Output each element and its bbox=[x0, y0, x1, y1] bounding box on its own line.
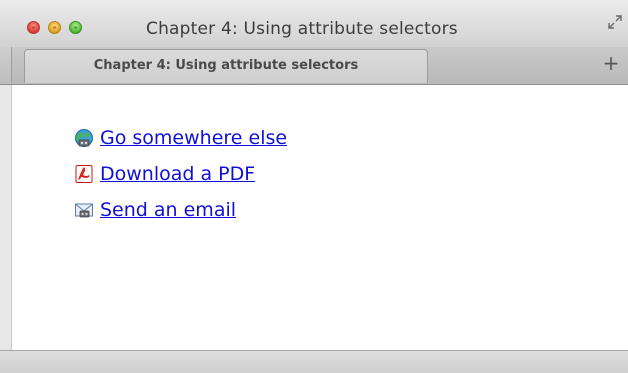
window-title: Chapter 4: Using attribute selectors bbox=[146, 19, 458, 39]
link-list: Go somewhere else Download a PDF Send an… bbox=[74, 120, 287, 228]
tab-label: Chapter 4: Using attribute selectors bbox=[93, 58, 359, 73]
browser-window: Chapter 4: Using attribute selectors Cha… bbox=[0, 0, 628, 373]
status-bar bbox=[0, 350, 628, 373]
list-item-pdf-link[interactable]: Download a PDF bbox=[74, 156, 287, 192]
pdf-link[interactable]: Download a PDF bbox=[100, 163, 255, 185]
fullscreen-icon[interactable] bbox=[606, 14, 624, 32]
title-bar[interactable]: Chapter 4: Using attribute selectors bbox=[0, 0, 628, 48]
list-item-globe-link[interactable]: Go somewhere else bbox=[74, 120, 287, 156]
tab-strip-left-edge bbox=[0, 47, 12, 84]
tab-chapter-4[interactable]: Chapter 4: Using attribute selectors bbox=[24, 49, 428, 83]
globe-link[interactable]: Go somewhere else bbox=[100, 127, 287, 149]
zoom-window-button[interactable] bbox=[69, 21, 82, 34]
new-tab-button[interactable]: + bbox=[600, 50, 622, 76]
pdf-icon bbox=[74, 164, 94, 184]
email-link[interactable]: Send an email bbox=[100, 199, 236, 221]
email-icon bbox=[74, 200, 94, 220]
list-item-email-link[interactable]: Send an email bbox=[74, 192, 287, 228]
globe-icon bbox=[74, 128, 94, 148]
window-left-edge bbox=[0, 85, 12, 373]
close-window-button[interactable] bbox=[27, 21, 40, 34]
minimize-window-button[interactable] bbox=[48, 21, 61, 34]
